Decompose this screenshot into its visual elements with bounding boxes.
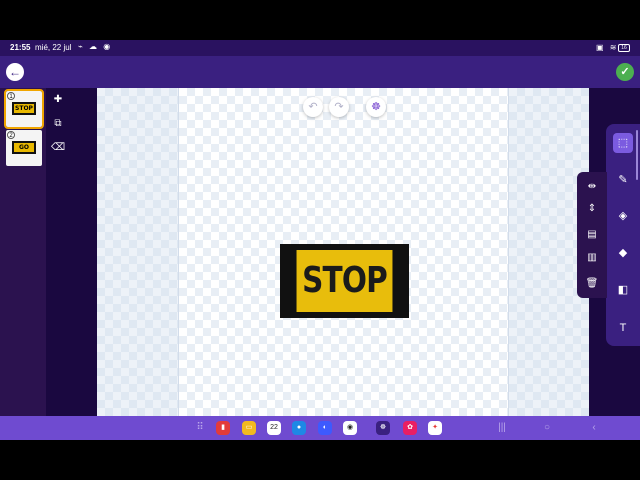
- eraser-tool[interactable]: ◈: [613, 206, 633, 226]
- frame-preview: STOP: [12, 102, 36, 115]
- trash-icon[interactable]: 🗑: [583, 275, 601, 293]
- app-icon-browser[interactable]: ◐: [318, 421, 332, 435]
- redo-icon: ↷: [334, 101, 344, 113]
- select-tool[interactable]: ⬚: [613, 133, 633, 153]
- add-frame-icon[interactable]: ✚: [51, 94, 65, 106]
- stop-sign-text: STOP: [296, 250, 393, 312]
- app-drawer-icon[interactable]: ⠿: [193, 421, 207, 435]
- frame-preview-label: GO: [14, 143, 34, 152]
- status-time: 21:55: [10, 43, 31, 52]
- app-icon-calendar[interactable]: 22: [267, 421, 281, 435]
- check-icon: ✓: [620, 66, 630, 78]
- send-backward-icon[interactable]: ▥: [583, 249, 601, 267]
- app-icon-flower[interactable]: ✿: [403, 421, 417, 435]
- signal-icon: ▣ ≋: [596, 43, 619, 52]
- duplicate-frame-icon[interactable]: ⧉: [51, 118, 65, 130]
- done-button[interactable]: ✓: [616, 63, 634, 81]
- text-icon: T: [619, 322, 627, 334]
- brush-icon: ✎: [618, 174, 628, 186]
- letterbox-bottom: [0, 440, 640, 480]
- bring-forward-icon[interactable]: ▤: [583, 226, 601, 244]
- frame-preview-label: STOP: [14, 104, 34, 113]
- delete-frame-icon[interactable]: ⌫: [51, 142, 65, 154]
- app-icon-photos[interactable]: ✦: [428, 421, 442, 435]
- letterbox-top: [0, 0, 640, 40]
- frame-preview: GO: [12, 141, 36, 154]
- redo-button[interactable]: ↷: [329, 97, 349, 117]
- canvas-offstage-left: [97, 88, 178, 416]
- select-icon: ⬚: [617, 137, 629, 149]
- battery-icon: 16: [618, 44, 630, 52]
- flip-horizontal-icon[interactable]: ⇹: [583, 178, 601, 196]
- stop-sign-sprite[interactable]: STOP: [280, 244, 409, 318]
- frame-number: 2: [7, 131, 15, 139]
- app-icon-camera[interactable]: ◉: [343, 421, 357, 435]
- text-tool[interactable]: T: [613, 318, 633, 338]
- shapes-tool[interactable]: ◧: [613, 280, 633, 300]
- app-icon-files[interactable]: ▭: [242, 421, 256, 435]
- fill-tool[interactable]: ◆: [613, 243, 633, 263]
- system-dock: ⠿ ▮ ▭ 22 ● ◐ ◉ ☸ ✿ ✦ ||| ○ ‹: [0, 416, 640, 440]
- recents-nav-icon[interactable]: |||: [495, 421, 509, 435]
- status-date: mié, 22 jul: [35, 43, 72, 52]
- back-nav-icon[interactable]: ‹: [587, 421, 601, 435]
- flip-vertical-icon[interactable]: ⇕: [583, 200, 601, 218]
- notification-icons: ⌁ ☁ ◉: [78, 42, 113, 51]
- app-header: ← ✓: [0, 56, 640, 88]
- tool-panel: [606, 124, 640, 346]
- fill-bucket-icon: ◆: [618, 247, 628, 259]
- arrow-left-icon: ←: [9, 65, 21, 79]
- eraser-icon: ◈: [618, 210, 628, 222]
- app-icon-messages[interactable]: ●: [292, 421, 306, 435]
- app-icon-scratchjr[interactable]: ☸: [376, 421, 390, 435]
- status-bar: 21:55 mié, 22 jul ⌁ ☁ ◉ ▣ ≋ 16: [0, 40, 640, 56]
- frame-thumbnail-1[interactable]: 1 STOP: [4, 89, 44, 129]
- shapes-icon: ◧: [617, 284, 629, 296]
- frame-thumbnail-2[interactable]: 2 GO: [6, 130, 42, 166]
- back-button[interactable]: ←: [6, 63, 24, 81]
- undo-icon: ↶: [308, 101, 318, 113]
- character-button[interactable]: ☸: [366, 97, 386, 117]
- character-icon: ☸: [371, 101, 381, 113]
- brush-tool[interactable]: ✎: [613, 170, 633, 190]
- undo-button[interactable]: ↶: [303, 97, 323, 117]
- tool-panel-scrollbar[interactable]: [636, 130, 638, 180]
- app-icon-notes[interactable]: ▮: [216, 421, 230, 435]
- home-nav-icon[interactable]: ○: [540, 421, 554, 435]
- frame-number: 1: [7, 92, 15, 100]
